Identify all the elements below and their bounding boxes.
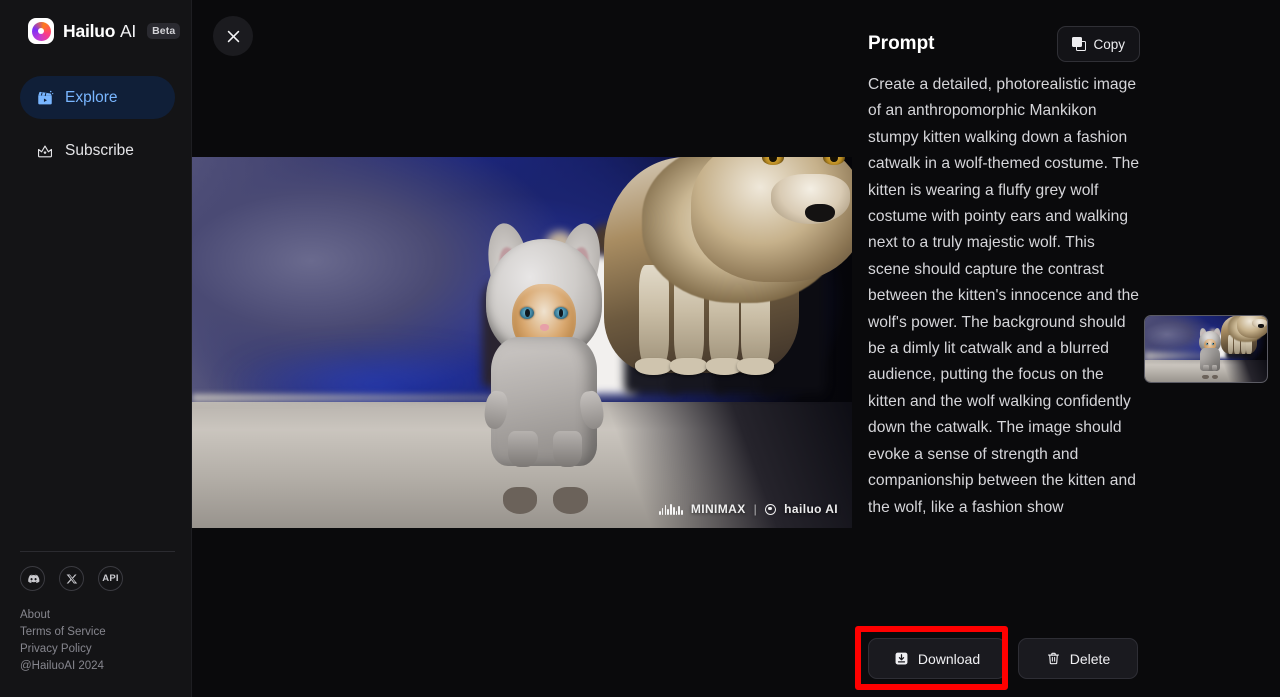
- social-links: API: [20, 566, 123, 591]
- legal-links: About Terms of Service Privacy Policy @H…: [20, 607, 106, 675]
- download-icon: [895, 652, 908, 665]
- hailuo-swirl-logo-icon: [28, 18, 54, 44]
- discord-icon: [27, 574, 39, 583]
- clapperboard-icon: [38, 90, 54, 104]
- sidebar-nav: Explore Subscribe: [20, 76, 175, 172]
- brand[interactable]: Hailuo AI Beta: [28, 18, 181, 44]
- x-twitter-link[interactable]: [59, 566, 84, 591]
- copy-icon: [1072, 37, 1087, 51]
- watermark-brand: MINIMAX: [690, 502, 746, 516]
- discord-link[interactable]: [20, 566, 45, 591]
- sidebar-item-label: Subscribe: [65, 141, 134, 159]
- brand-name: Hailuo AI: [63, 21, 136, 42]
- sidebar-item-explore[interactable]: Explore: [20, 76, 175, 119]
- kitten-figure: [482, 219, 607, 514]
- page-title: Prompt: [868, 33, 935, 54]
- download-button-label: Download: [917, 650, 981, 667]
- beta-badge: Beta: [147, 22, 181, 40]
- brand-suffix-text: AI: [119, 20, 137, 41]
- api-link[interactable]: API: [98, 566, 123, 591]
- sidebar-item-label: Explore: [65, 88, 118, 106]
- about-link[interactable]: About: [20, 607, 106, 624]
- watermark-product: hailuo AI: [784, 502, 838, 516]
- catwalk-scene: MINIMAX | hailuo AI: [192, 157, 852, 528]
- crown-icon: [37, 144, 53, 157]
- close-button[interactable]: [213, 16, 253, 56]
- copyright-text: @HailuoAI 2024: [20, 660, 104, 672]
- wolf-figure: [588, 157, 852, 498]
- download-button[interactable]: Download: [868, 638, 1006, 679]
- delete-button-label: Delete: [1069, 650, 1111, 667]
- brand-name-text: Hailuo: [63, 20, 116, 41]
- hailuo-ring-icon: [765, 503, 777, 515]
- api-label: API: [102, 573, 119, 584]
- privacy-link[interactable]: Privacy Policy: [20, 641, 106, 658]
- sidebar-item-subscribe[interactable]: Subscribe: [20, 129, 175, 172]
- prompt-header: Prompt Copy: [868, 26, 1140, 62]
- delete-button[interactable]: Delete: [1018, 638, 1138, 679]
- sidebar-divider: [20, 551, 175, 552]
- app-window: Hailuo AI Beta Explore Subscribe API Abo…: [0, 0, 1280, 697]
- x-twitter-icon: [66, 574, 77, 583]
- sidebar: Hailuo AI Beta Explore Subscribe API Abo…: [0, 0, 192, 697]
- minimax-waveform-icon: [659, 503, 683, 515]
- terms-link[interactable]: Terms of Service: [20, 624, 106, 641]
- copy-button[interactable]: Copy: [1057, 26, 1140, 62]
- watermark-separator: |: [753, 502, 758, 516]
- result-thumbnail[interactable]: [1144, 315, 1268, 383]
- trash-icon: [1047, 652, 1059, 665]
- prompt-panel: Prompt Copy Create a detailed, photoreal…: [868, 0, 1148, 697]
- prompt-text: Create a detailed, photorealistic image …: [868, 76, 1140, 516]
- watermark: MINIMAX | hailuo AI: [659, 502, 838, 516]
- copy-button-label: Copy: [1093, 36, 1125, 52]
- action-bar: Download Delete: [868, 638, 1138, 679]
- close-icon: [227, 30, 239, 42]
- generated-image[interactable]: MINIMAX | hailuo AI: [192, 157, 852, 528]
- thumbnail-scene: [1145, 316, 1267, 382]
